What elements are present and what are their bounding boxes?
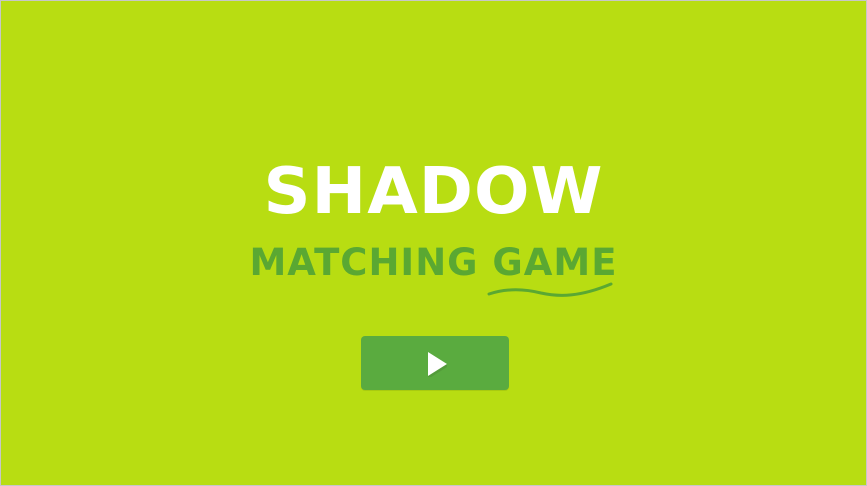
play-button[interactable] bbox=[361, 336, 509, 390]
game-title: SHADOW bbox=[263, 155, 604, 229]
subtitle-swoosh-decoration bbox=[487, 282, 613, 297]
game-subtitle: MATCHING GAME bbox=[249, 241, 618, 284]
game-start-screen: SHADOW MATCHING GAME bbox=[0, 0, 867, 486]
play-icon bbox=[428, 352, 447, 377]
